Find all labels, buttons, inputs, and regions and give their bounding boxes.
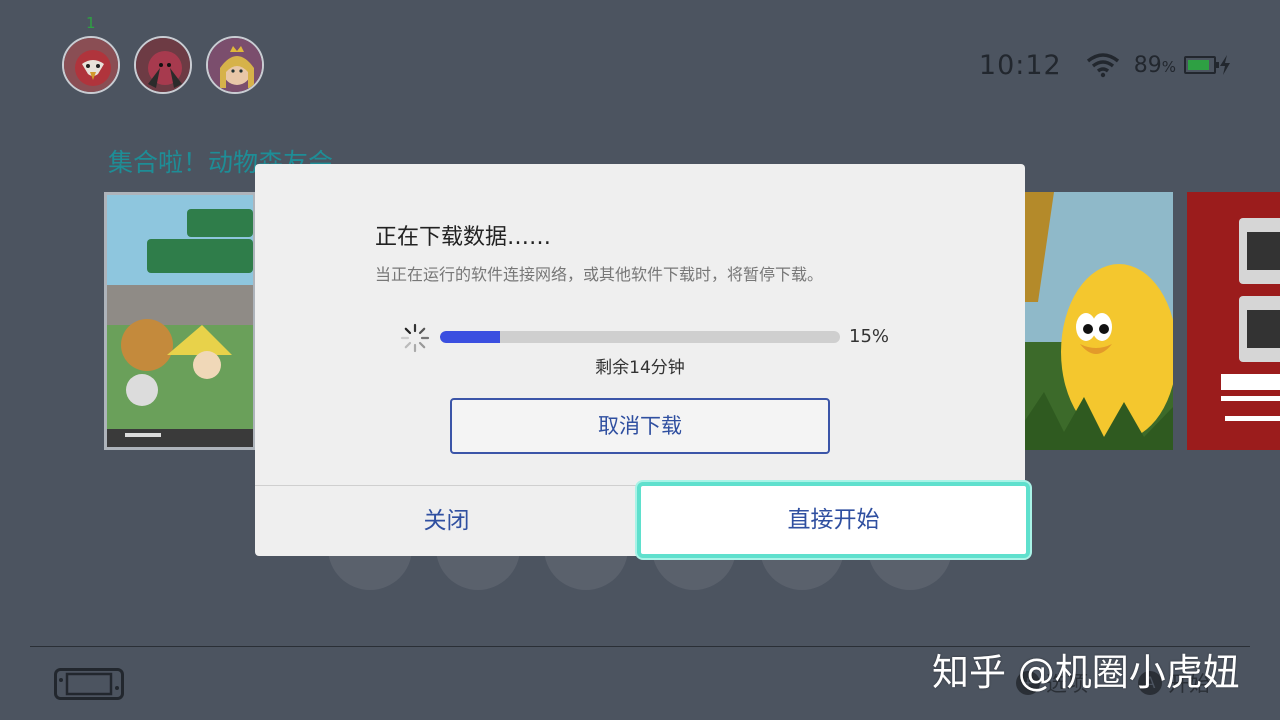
download-progress-bar: [440, 331, 840, 343]
console-icon: [54, 668, 124, 700]
status-bar: 10:12 89%: [979, 48, 1232, 82]
loading-spinner-icon: [400, 323, 430, 353]
game-tile-animal-crossing[interactable]: [104, 192, 256, 450]
dialog-description: 当正在运行的软件连接网络，或其他软件下载时，将暂停下载。: [375, 265, 824, 284]
game-tile-nintendo-online[interactable]: [1187, 192, 1280, 450]
charging-bolt-icon: [1220, 55, 1230, 75]
game-tile-chick[interactable]: [1024, 192, 1173, 450]
close-button[interactable]: 关闭: [255, 486, 638, 556]
game-cover-art: [107, 195, 253, 447]
user-avatar-3[interactable]: [206, 36, 264, 94]
game-cover-art: [1024, 192, 1173, 450]
time-remaining: 剩余14分钟: [595, 358, 685, 378]
battery-icon: [1184, 56, 1219, 74]
start-directly-button[interactable]: 直接开始: [637, 482, 1030, 558]
avatar-bird-image: [136, 38, 190, 92]
clock: 10:12: [978, 49, 1062, 81]
download-progress-percent: 15%: [849, 326, 890, 347]
user-avatar-1[interactable]: [62, 36, 120, 94]
battery-percent: 89%: [1133, 52, 1176, 78]
avatar-bird-image: [64, 38, 118, 92]
download-dialog: 正在下载数据…… 当正在运行的软件连接网络，或其他软件下载时，将暂停下载。 15…: [255, 164, 1030, 558]
battery-level-fill: [1188, 60, 1209, 70]
dialog-title: 正在下载数据……: [375, 225, 552, 250]
user-notification-badge: 1: [86, 14, 96, 32]
wifi-icon: [1086, 53, 1119, 78]
game-cover-art: [1187, 192, 1280, 450]
avatar-princess-image: [208, 38, 262, 92]
download-progress-fill: [440, 331, 500, 343]
user-avatar-2[interactable]: [134, 36, 192, 94]
cancel-download-button[interactable]: 取消下载: [450, 398, 830, 454]
watermark: 知乎 @机圈小虎妞: [932, 651, 1240, 694]
